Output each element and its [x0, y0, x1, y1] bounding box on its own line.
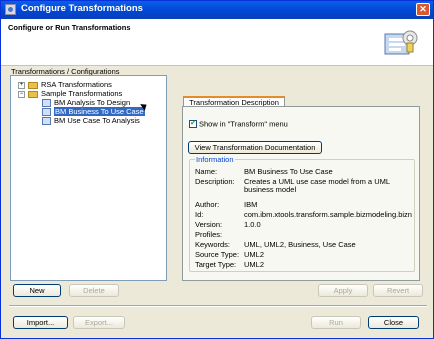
transformation-icon — [42, 117, 51, 126]
info-label-description: Description: — [195, 177, 235, 186]
show-in-transform-menu-checkbox[interactable]: ✔ Show in "Transform" menu — [189, 119, 288, 129]
info-value-id: com.ibm.xtools.transform.sample.bizmodel… — [244, 210, 412, 219]
info-value-description-line2: business model — [244, 185, 297, 194]
info-value-version: 1.0.0 — [244, 220, 261, 229]
dialog-separator — [9, 305, 427, 307]
header-banner: Configure or Run Transformations — [1, 19, 433, 66]
info-value-target-type: UML2 — [244, 260, 265, 269]
info-label-target-type: Target Type: — [195, 260, 237, 269]
revert-button[interactable]: Revert — [373, 284, 423, 297]
info-label-author: Author: — [195, 200, 220, 209]
info-label-id: Id: — [195, 210, 204, 219]
info-value-keywords: UML, UML2, Business, Use Case — [244, 240, 356, 249]
information-group-title: Information — [195, 155, 235, 164]
close-window-button[interactable]: ✕ — [416, 3, 430, 16]
show-in-menu-label: Show in "Transform" menu — [199, 119, 288, 129]
view-transformation-documentation-button[interactable]: View Transformation Documentation — [188, 141, 322, 154]
info-label-name: Name: — [195, 167, 218, 176]
window-title: Configure Transformations — [21, 3, 143, 14]
info-label-keywords: Keywords: — [195, 240, 231, 249]
configure-transformations-dialog: Configure Transformations ✕ Configure or… — [0, 0, 434, 339]
transformation-icon — [42, 99, 51, 108]
app-icon — [5, 4, 16, 15]
info-value-source-type: UML2 — [244, 250, 265, 259]
title-bar[interactable]: Configure Transformations ✕ — [1, 1, 433, 19]
tree-item-bm-use-case-to-analysis[interactable]: BM Use Case To Analysis — [42, 116, 140, 126]
folder-icon — [28, 90, 38, 98]
folder-icon — [28, 81, 38, 89]
checkmark-icon[interactable]: ✔ — [189, 120, 197, 129]
new-button[interactable]: New — [13, 284, 61, 297]
info-label-profiles: Profiles: — [195, 230, 223, 239]
run-button[interactable]: Run — [311, 316, 361, 329]
info-label-source-type: Source Type: — [195, 250, 240, 259]
apply-button[interactable]: Apply — [318, 284, 368, 297]
expand-icon[interactable]: + — [18, 81, 25, 89]
close-button[interactable]: Close — [368, 316, 419, 329]
collapse-icon[interactable]: − — [18, 90, 25, 98]
import-button[interactable]: Import... — [13, 316, 68, 329]
export-button[interactable]: Export... — [73, 316, 125, 329]
delete-button[interactable]: Delete — [69, 284, 119, 297]
info-value-author: IBM — [244, 200, 258, 209]
transformation-icon — [42, 108, 51, 117]
info-label-version: Version: — [195, 220, 223, 229]
banner-title: Configure or Run Transformations — [8, 23, 131, 32]
info-value-name: BM Business To Use Case — [244, 167, 333, 176]
configure-wizard-icon — [384, 30, 418, 55]
